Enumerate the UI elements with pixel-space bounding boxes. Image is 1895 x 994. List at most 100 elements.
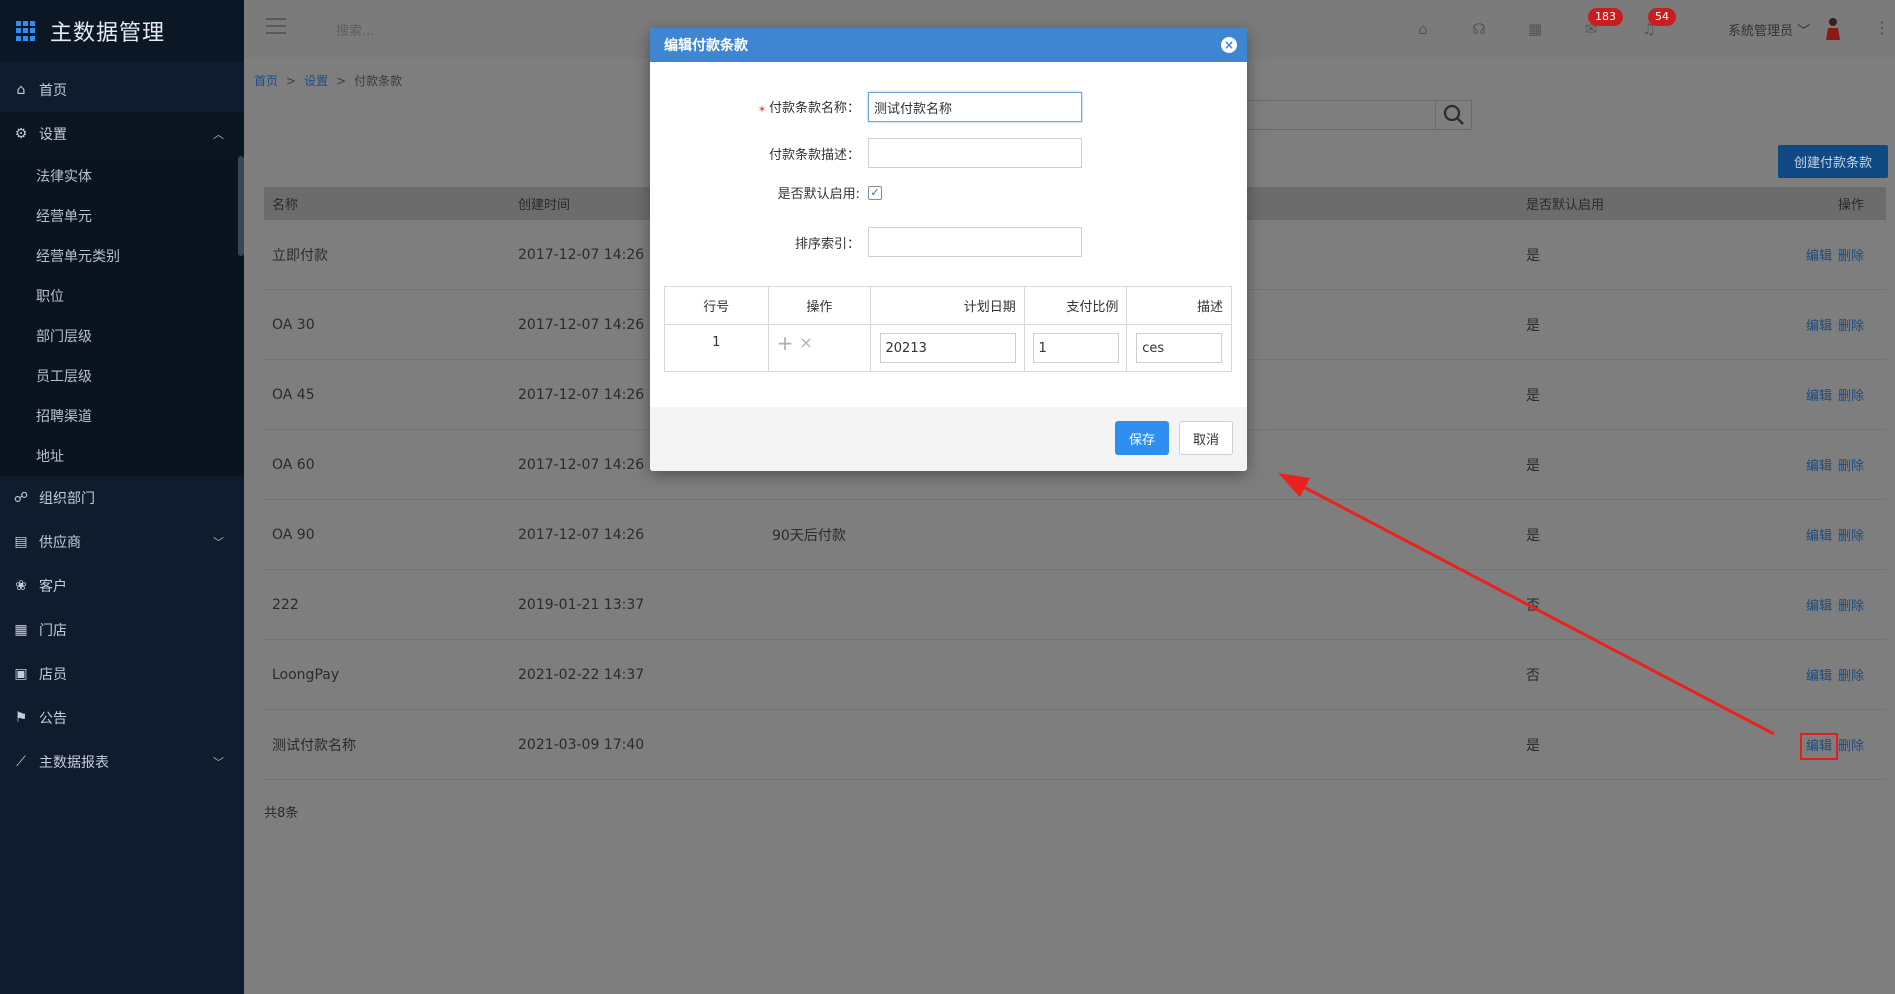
report-icon: ⟋ (16, 754, 26, 770)
sidebar-item-org[interactable]: ☍ 组织部门 (0, 476, 244, 520)
apps-grid-icon[interactable] (16, 21, 36, 41)
store-icon: ▦ (14, 622, 28, 638)
delete-link[interactable]: 删除 (1838, 529, 1864, 544)
settings-submenu: 法律实体 经营单元 经营单元类别 职位 部门层级 员工层级 招聘渠道 地址 (0, 156, 244, 476)
sidebar-item-clerk[interactable]: ▣ 店员 (0, 652, 244, 696)
cell-name: 测试付款名称 (272, 737, 356, 754)
create-payment-term-button[interactable]: 创建付款条款 (1778, 145, 1888, 178)
dialog-header: 编辑付款条款 × (650, 28, 1247, 62)
notice-icon: ⚑ (14, 710, 28, 726)
edit-link[interactable]: 编辑 (1806, 389, 1832, 404)
breadcrumb-home[interactable]: 首页 (254, 74, 278, 88)
cell-default: 否 (1526, 667, 1540, 684)
avatar[interactable] (1824, 16, 1842, 40)
payment-term-desc-input[interactable] (868, 138, 1082, 168)
edit-link[interactable]: 编辑 (1806, 599, 1832, 614)
customer-icon: ❀ (15, 578, 27, 594)
edit-link[interactable]: 编辑 (1806, 669, 1832, 684)
clerk-icon: ▣ (14, 666, 28, 682)
sidebar-item-label: 设置 (39, 127, 67, 143)
cell-actions: 编辑 删除 (1796, 385, 1886, 404)
default-enabled-checkbox[interactable]: ✓ (868, 185, 882, 200)
apps-icon[interactable]: ▦ (1526, 20, 1544, 38)
delete-link[interactable]: 删除 (1838, 599, 1864, 614)
brand: 主数据管理 (0, 0, 244, 62)
delete-link[interactable]: 删除 (1838, 319, 1864, 334)
edit-link[interactable]: 编辑 (1799, 733, 1838, 760)
form-row-sort: 排序索引： (650, 227, 1082, 257)
cancel-button[interactable]: 取消 (1179, 421, 1233, 455)
payment-term-name-input[interactable]: 测试付款名称 (868, 92, 1082, 122)
sidebar-scrollbar[interactable] (238, 156, 244, 476)
cell-default: 是 (1526, 457, 1540, 474)
breadcrumb-settings[interactable]: 设置 (304, 74, 328, 88)
menu-toggle-icon[interactable] (266, 18, 286, 34)
search-icon (1443, 104, 1464, 125)
save-button[interactable]: 保存 (1115, 421, 1169, 455)
delete-link[interactable]: 删除 (1838, 739, 1864, 754)
cell-default: 是 (1526, 247, 1540, 264)
sidebar-subitem[interactable]: 法律实体 (0, 156, 244, 196)
sidebar-item-home[interactable]: ⌂ 首页 (0, 68, 244, 112)
cell-name: OA 60 (272, 456, 315, 473)
sort-label: 排序索引： (794, 236, 860, 252)
sidebar-subitem[interactable]: 经营单元类别 (0, 236, 244, 276)
cell-default: 是 (1526, 317, 1540, 334)
line-date-cell: 20213 (871, 325, 1025, 371)
cell-actions: 编辑 删除 (1796, 315, 1886, 334)
global-search-input[interactable]: 搜索... (336, 20, 374, 39)
cell-name: OA 90 (272, 526, 315, 543)
table-total: 共8条 (264, 806, 299, 821)
pay-ratio-input[interactable]: 1 (1032, 333, 1119, 363)
search-button[interactable] (1435, 101, 1471, 129)
sidebar-item-report[interactable]: ⟋ 主数据报表 ﹀ (0, 740, 244, 784)
close-icon[interactable]: × (1221, 37, 1237, 53)
dialog-title: 编辑付款条款 (664, 38, 748, 54)
sort-index-input[interactable] (868, 227, 1082, 257)
cell-created: 2021-02-22 14:37 (518, 666, 645, 683)
sidebar-subitem[interactable]: 部门层级 (0, 316, 244, 356)
name-label-text: 付款条款名称： (768, 100, 860, 116)
table-row: OA 90 2017-12-07 14:26 90天后付款 是 编辑 删除 (264, 500, 1886, 570)
home-icon[interactable]: ⌂ (1414, 20, 1432, 38)
cell-actions: 编辑 删除 (1796, 665, 1886, 684)
delete-link[interactable]: 删除 (1838, 669, 1864, 684)
sidebar-subitem[interactable]: 地址 (0, 436, 244, 476)
message-badge: 183 (1588, 8, 1623, 26)
cell-name: OA 45 (272, 386, 315, 403)
sidebar-subitem[interactable]: 员工层级 (0, 356, 244, 396)
headset-icon[interactable]: ☊ (1470, 20, 1488, 38)
add-icon[interactable]: + (777, 333, 794, 353)
delete-link[interactable]: 删除 (1838, 249, 1864, 264)
plan-date-input[interactable]: 20213 (879, 333, 1016, 363)
line-desc-input[interactable]: ces (1136, 333, 1223, 363)
form-row-name: * 付款条款名称： 测试付款名称 (650, 92, 1082, 122)
breadcrumb-sep: > (336, 74, 347, 88)
delete-link[interactable]: 删除 (1838, 459, 1864, 474)
delete-link[interactable]: 删除 (1838, 389, 1864, 404)
line-ratio-cell: 1 (1025, 325, 1128, 371)
cell-actions: 编辑 删除 (1796, 733, 1886, 760)
sidebar-item-settings[interactable]: ⚙ 设置 ︿ (0, 112, 244, 156)
sidebar-item-label: 主数据报表 (39, 755, 109, 771)
cell-default: 是 (1526, 737, 1540, 754)
edit-link[interactable]: 编辑 (1806, 249, 1832, 264)
more-vertical-icon[interactable]: ⋮ (1874, 18, 1890, 37)
table-row: 222 2019-01-21 13:37 否 编辑 删除 (264, 570, 1886, 640)
remove-icon[interactable]: × (799, 335, 812, 351)
sidebar-item-label: 门店 (39, 623, 67, 639)
sidebar-item-label: 组织部门 (39, 491, 95, 507)
sidebar-item-customer[interactable]: ❀ 客户 (0, 564, 244, 608)
sidebar-subitem[interactable]: 经营单元 (0, 196, 244, 236)
edit-link[interactable]: 编辑 (1806, 459, 1832, 474)
edit-link[interactable]: 编辑 (1806, 319, 1832, 334)
sidebar-subitem[interactable]: 职位 (0, 276, 244, 316)
sidebar-subitem[interactable]: 招聘渠道 (0, 396, 244, 436)
sidebar-item-notice[interactable]: ⚑ 公告 (0, 696, 244, 740)
user-menu[interactable]: 系統管理员 ﹀ (1728, 20, 1810, 39)
list-search-input[interactable] (1210, 100, 1472, 130)
sidebar-item-store[interactable]: ▦ 门店 (0, 608, 244, 652)
edit-link[interactable]: 编辑 (1806, 529, 1832, 544)
sidebar-item-supplier[interactable]: ▤ 供应商 ﹀ (0, 520, 244, 564)
sidebar-item-label: 首页 (39, 83, 67, 99)
